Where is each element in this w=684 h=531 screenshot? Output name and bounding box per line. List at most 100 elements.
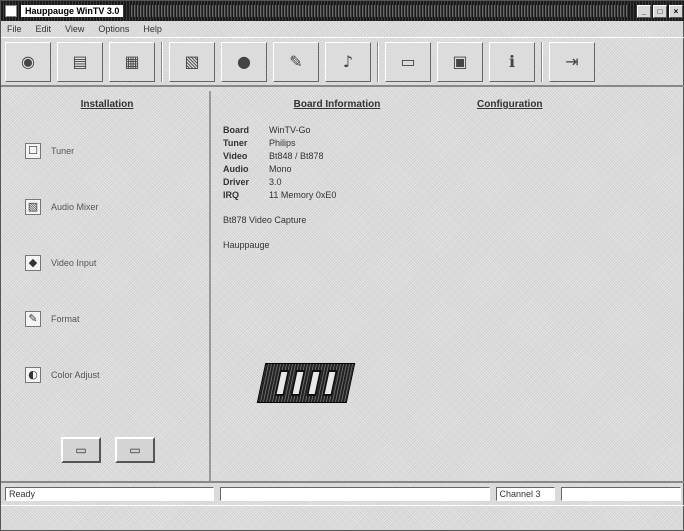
toolbar-settings-button[interactable]: ✎: [273, 41, 319, 82]
video-icon: ▭: [400, 52, 416, 71]
maximize-button[interactable]: □: [653, 4, 667, 18]
format-icon: ✎: [25, 311, 41, 327]
info-value: 3.0: [269, 177, 282, 187]
status-bar: Ready Channel 3: [1, 481, 684, 505]
title-bar: Hauppauge WinTV 3.0 _ □ ×: [1, 1, 684, 21]
logo-bar: [274, 370, 290, 396]
status-message: Ready: [5, 487, 215, 501]
configuration-header: Configuration: [477, 99, 543, 110]
toolbar-video-button[interactable]: ▭: [385, 41, 431, 82]
apply-button[interactable]: ▭: [61, 437, 101, 463]
info-row: IRQ 11 Memory 0xE0: [223, 189, 459, 202]
info-key: Audio: [223, 164, 249, 174]
info-row: Driver 3.0: [223, 176, 459, 189]
option-audio-mixer[interactable]: ▧ Audio Mixer: [25, 197, 205, 217]
info-value: Bt848 / Bt878: [269, 151, 324, 161]
vendor-label: Hauppauge: [223, 240, 270, 250]
toolbar-separator: [377, 41, 379, 82]
color-adjust-icon: ◐: [25, 367, 41, 383]
menu-file[interactable]: File: [5, 24, 24, 34]
info-row: Video Bt848 / Bt878: [223, 150, 459, 163]
option-label: Format: [51, 314, 80, 324]
option-label: Video Input: [51, 258, 97, 268]
option-label: Tuner: [51, 146, 75, 156]
info-value: WinTV-Go: [269, 125, 311, 135]
logo-bar: [290, 370, 306, 396]
toolbar-audio-button[interactable]: ♪: [325, 41, 371, 82]
toolbar-record-button[interactable]: ●: [221, 41, 267, 82]
window-icon: ▭: [129, 443, 141, 457]
configuration-pane: Configuration: [461, 91, 681, 481]
app-window: Hauppauge WinTV 3.0 _ □ × File Edit View…: [0, 0, 684, 531]
toolbar-tv-button[interactable]: ◉: [5, 41, 51, 82]
channel-icon: ▦: [124, 52, 140, 71]
capture-chip-label: Bt878 Video Capture: [223, 215, 307, 225]
settings-icon: ✎: [289, 52, 303, 71]
toolbar: ◉ ▤ ▦ ▧ ● ✎ ♪ ▭ ▣ ℹ ⇥: [1, 37, 684, 87]
info-key: IRQ: [223, 190, 240, 200]
info-row: Board WinTV-Go: [223, 124, 459, 137]
info-icon: ℹ: [508, 52, 516, 71]
board-info-header: Board Information: [293, 99, 381, 110]
close-button[interactable]: ×: [669, 4, 683, 18]
menu-edit[interactable]: Edit: [34, 24, 54, 34]
menu-options[interactable]: Options: [96, 24, 131, 34]
menu-bar: File Edit View Options Help: [1, 21, 684, 37]
minimize-button[interactable]: _: [637, 4, 651, 18]
info-extra: Hauppauge: [223, 239, 459, 252]
installation-pane: Installation ☐ Tuner ▧ Audio Mixer ◆ Vid…: [5, 91, 211, 481]
info-value: Mono: [269, 164, 292, 174]
option-tuner[interactable]: ☐ Tuner: [25, 141, 205, 161]
audio-icon: ♪: [342, 52, 354, 71]
info-row: Audio Mono: [223, 163, 459, 176]
option-label: Color Adjust: [51, 370, 100, 380]
option-format[interactable]: ✎ Format: [25, 309, 205, 329]
info-value: Philips: [269, 138, 296, 148]
title-bar-fill: [131, 5, 629, 17]
window-title: Hauppauge WinTV 3.0: [21, 5, 124, 17]
bottom-strip: [1, 505, 684, 531]
installation-buttons: ▭ ▭: [61, 437, 155, 463]
info-key: Tuner: [223, 138, 248, 148]
status-channel: Channel 3: [495, 487, 556, 501]
toolbar-exit-button[interactable]: ⇥: [549, 41, 595, 82]
system-menu-icon[interactable]: [5, 5, 17, 17]
status-extra: [561, 487, 681, 501]
toolbar-tuner-button[interactable]: ▤: [57, 41, 103, 82]
info-row: Tuner Philips: [223, 137, 459, 150]
tuner-icon: ▤: [72, 52, 88, 71]
logo-bar: [306, 370, 322, 396]
info-key: Video: [223, 151, 248, 161]
toolbar-snapshot-button[interactable]: ▣: [437, 41, 483, 82]
hauppauge-logo: [256, 363, 356, 403]
toolbar-separator: [161, 41, 163, 82]
board-info-list: Board WinTV-Go Tuner Philips Video Bt848 / …: [215, 112, 459, 252]
option-label: Audio Mixer: [51, 202, 99, 212]
toolbar-channel-button[interactable]: ▦: [109, 41, 155, 82]
video-input-icon: ◆: [25, 255, 41, 271]
window-icon: ▭: [75, 443, 87, 457]
option-color-adjust[interactable]: ◐ Color Adjust: [25, 365, 205, 385]
tv-icon: ◉: [21, 52, 35, 71]
installation-options: ☐ Tuner ▧ Audio Mixer ◆ Video Input ✎ Fo…: [25, 141, 205, 421]
audio-mixer-icon: ▧: [25, 199, 41, 215]
reset-button[interactable]: ▭: [115, 437, 155, 463]
menu-help[interactable]: Help: [141, 24, 164, 34]
info-key: Board: [223, 125, 250, 135]
toolbar-capture-button[interactable]: ▧: [169, 41, 215, 82]
logo-bar: [322, 370, 338, 396]
toolbar-info-button[interactable]: ℹ: [489, 41, 535, 82]
exit-icon: ⇥: [565, 52, 579, 71]
snapshot-icon: ▣: [452, 52, 468, 71]
menu-view[interactable]: View: [63, 24, 86, 34]
installation-header: Installation: [80, 99, 134, 110]
status-progress: [220, 487, 490, 501]
toolbar-separator: [541, 41, 543, 82]
info-extra: Bt878 Video Capture: [223, 214, 459, 227]
tuner-option-icon: ☐: [25, 143, 41, 159]
info-value: 11 Memory 0xE0: [269, 190, 337, 200]
capture-icon: ▧: [184, 52, 200, 71]
option-video-input[interactable]: ◆ Video Input: [25, 253, 205, 273]
